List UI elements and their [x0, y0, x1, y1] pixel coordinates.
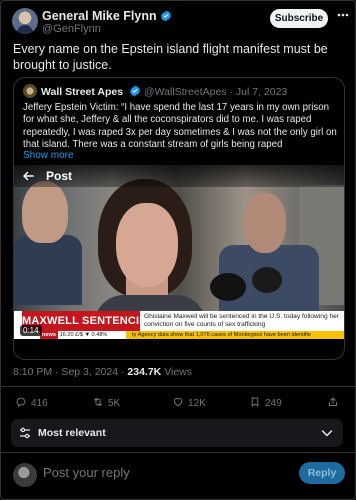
- video-microphone-2: [252, 267, 282, 293]
- video-subject-face: [116, 203, 178, 287]
- post-meta: 8:10 PM · Sep 3, 2024 · 234.7K Views: [13, 366, 192, 378]
- news-ticker: news 16:20 £/$ ▼ 0.48% ty Agency data sh…: [14, 331, 344, 339]
- views-label: Views: [164, 366, 193, 378]
- author-name[interactable]: General Mike Flynn: [42, 9, 157, 23]
- news-lower-third: MAXWELL SENTENCING Ghislaine Maxwell wil…: [14, 311, 344, 331]
- video-bystander-left-body: [14, 235, 82, 305]
- reply-sort-selector[interactable]: Most relevant: [11, 419, 343, 447]
- action-bar: 416 5K 12K 249: [1, 386, 356, 416]
- sort-label: Most relevant: [38, 427, 106, 439]
- ticker-scroll-text: ty Agency data show that 1,076 cases of …: [132, 332, 311, 338]
- quote-author-avatar: [23, 84, 37, 98]
- video-bystander-left-head: [22, 181, 68, 243]
- like-action[interactable]: 12K: [172, 396, 206, 410]
- video-bystander-right-head: [244, 193, 286, 253]
- quoted-post[interactable]: Wall Street Apes @WallStreetApes · Jul 7…: [13, 77, 345, 360]
- subscribe-button[interactable]: Subscribe: [270, 9, 328, 28]
- chevron-down-icon: [321, 430, 333, 437]
- video-overlay-title: Post: [46, 169, 73, 183]
- bookmark-action[interactable]: 249: [249, 396, 282, 410]
- quote-author-handle: @WallStreetApes: [143, 86, 227, 98]
- ticker-time: 16:20: [59, 332, 74, 338]
- current-user-avatar[interactable]: [13, 463, 37, 487]
- repost-action[interactable]: 5K: [92, 396, 120, 410]
- embedded-video[interactable]: Post MAXWELL SENTENCING Ghislaine Maxwel…: [14, 165, 344, 339]
- video-top-overlay: Post: [14, 165, 344, 187]
- bookmark-count: 249: [265, 398, 282, 409]
- reply-button[interactable]: Reply: [299, 462, 345, 484]
- verified-badge-icon: [160, 10, 171, 22]
- post-timestamp[interactable]: 8:10 PM · Sep 3, 2024 ·: [13, 366, 124, 378]
- back-arrow-icon[interactable]: [22, 170, 34, 182]
- author-handle[interactable]: @GenFlynn: [42, 23, 101, 35]
- ticker-news-badge: news: [40, 331, 58, 339]
- ticker-market: £/$ ▼ 0.48%: [75, 332, 108, 338]
- tweet-text: Every name on the Epstein island flight …: [13, 42, 328, 72]
- reply-count: 416: [31, 398, 48, 409]
- views-count: 234.7K: [127, 366, 162, 378]
- quote-author-name: Wall Street Apes: [41, 86, 124, 98]
- like-count: 12K: [188, 398, 206, 409]
- heart-icon: [173, 398, 183, 407]
- share-icon: [329, 397, 337, 406]
- reply-icon: [16, 397, 26, 407]
- sort-options-icon: [20, 427, 30, 439]
- author-name-row[interactable]: General Mike Flynn: [42, 9, 172, 23]
- show-more-link[interactable]: Show more: [23, 150, 74, 161]
- repost-icon: [94, 398, 102, 406]
- video-microphone: [210, 273, 246, 301]
- reply-composer: Post your reply Reply: [1, 452, 356, 500]
- reply-action[interactable]: 416: [15, 396, 48, 410]
- repost-count: 5K: [108, 398, 121, 409]
- video-timecode: 0:14: [20, 325, 42, 336]
- quote-text: Jeffery Epstein Victim: “I have spend th…: [23, 102, 337, 150]
- quote-verified-badge-icon: [130, 85, 140, 97]
- reply-input[interactable]: Post your reply: [43, 465, 130, 480]
- quote-date: · Jul 7, 2023: [229, 86, 288, 98]
- share-action[interactable]: [327, 396, 343, 410]
- lower-third-text: Ghislaine Maxwell will be sentenced in t…: [144, 313, 339, 328]
- quote-header: Wall Street Apes @WallStreetApes · Jul 7…: [41, 85, 287, 98]
- author-avatar[interactable]: [12, 8, 38, 34]
- post-detail-frame: General Mike Flynn @GenFlynn Subscribe E…: [0, 0, 356, 500]
- more-options-icon[interactable]: [337, 13, 349, 17]
- bookmark-icon: [251, 397, 259, 407]
